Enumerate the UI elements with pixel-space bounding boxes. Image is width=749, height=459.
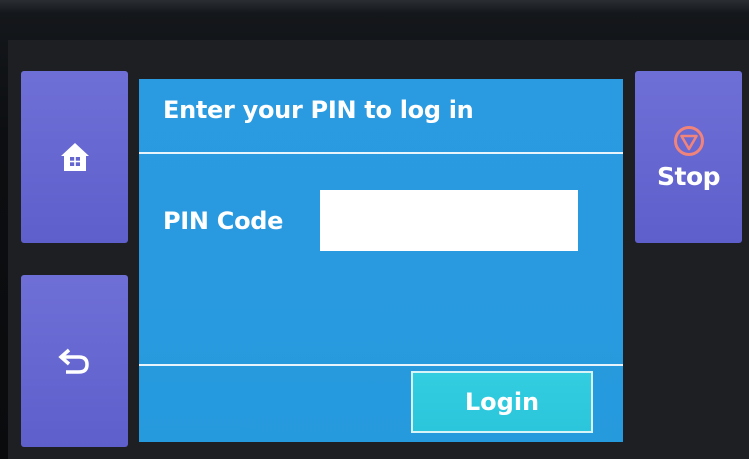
- title-divider: [139, 152, 623, 154]
- pin-code-input[interactable]: [320, 190, 578, 251]
- back-button[interactable]: [21, 275, 128, 447]
- pin-login-dialog: Enter your PIN to log in PIN Code Login: [139, 79, 623, 442]
- footer-divider: [139, 364, 623, 366]
- login-button[interactable]: Login: [411, 371, 593, 433]
- back-arrow-icon: [57, 347, 92, 375]
- dialog-title: Enter your PIN to log in: [163, 96, 474, 124]
- stop-label: Stop: [656, 161, 721, 191]
- pin-code-label: PIN Code: [163, 207, 284, 235]
- stop-icon: [672, 124, 706, 158]
- printer-control-panel: Stop Enter your PIN to log in PIN Code L…: [0, 0, 749, 459]
- device-bezel: [0, 0, 749, 14]
- home-button[interactable]: [21, 71, 128, 243]
- home-icon: [58, 140, 92, 174]
- stop-button[interactable]: Stop: [635, 71, 742, 243]
